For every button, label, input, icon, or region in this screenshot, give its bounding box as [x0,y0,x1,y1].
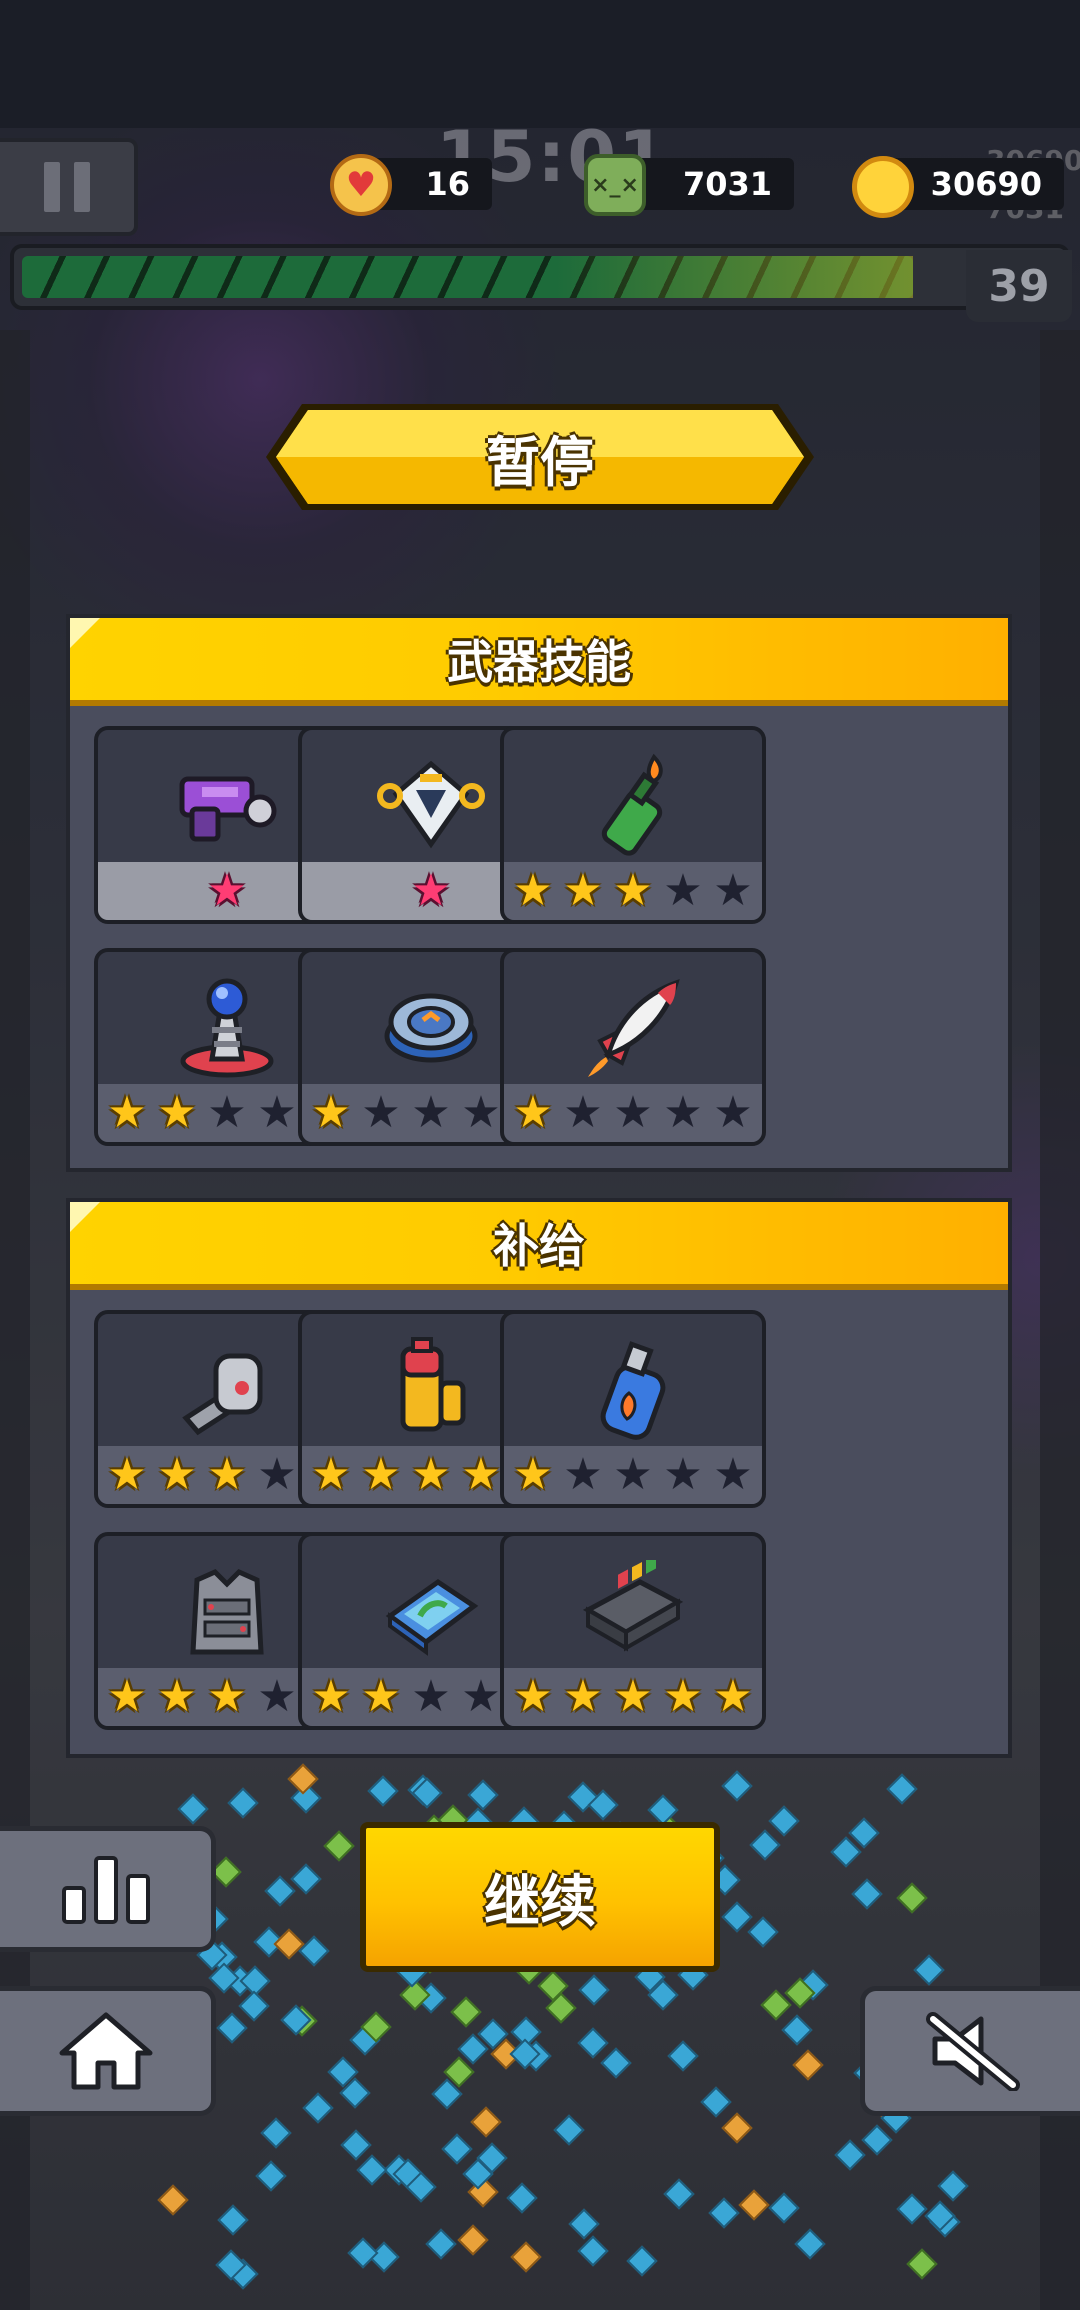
filled-star-icon: ★ [107,1671,147,1722]
filled-star-icon: ★ [157,1671,197,1722]
filled-star-icon: ★ [713,1671,753,1722]
coin-icon [852,156,914,218]
pause-icon-bar [74,162,90,212]
empty-star-icon: ★ [663,865,703,916]
empty-star-icon: ★ [563,1449,603,1500]
weapon-skills-title: 武器技能 [447,635,631,689]
empty-star-icon: ★ [613,1449,653,1500]
filled-star-icon: ★ [361,1449,401,1500]
weapon-skills-header: 武器技能 [70,618,1008,706]
mute-button[interactable] [860,1986,1080,2116]
filled-star-icon: ★ [513,1671,553,1722]
empty-star-icon: ★ [207,1087,247,1138]
level-badge: 39 [966,250,1072,322]
empty-star-icon: ★ [663,1449,703,1500]
filled-star-icon: ★ [461,1449,501,1500]
pause-button[interactable] [0,138,138,236]
molotov-bottle-icon [504,744,762,864]
coins-value: 30690 [930,165,1042,203]
energy-module-icon [504,1550,762,1670]
weapon-card[interactable]: ★★★★★ [500,726,766,924]
filled-star-icon: ★ [107,1087,147,1138]
filled-star-icon: ★ [207,1449,247,1500]
supply-card[interactable]: ★★★★★ [500,1310,766,1508]
home-button[interactable] [0,1986,216,2116]
speaker-muted-icon [925,2012,1020,2091]
xp-progress-bar [10,244,1070,310]
supplies-panel: 补给 ★★★★★★★★★★★★★★★★★★★★★★★★★★★★★★ [66,1198,1012,1758]
rocket-icon [504,966,762,1086]
weapon-card[interactable]: ★★★★★ [500,948,766,1146]
empty-star-icon: ★ [411,1087,451,1138]
lives-value: 16 [425,165,470,203]
filled-star-icon: ★ [513,1449,553,1500]
supplies-header: 补给 [70,1202,1008,1290]
kills-value: 7031 [682,165,772,203]
pink-star-icon: ★ [411,865,451,916]
status-strip [0,0,1080,128]
xp-progress-fill [22,256,913,298]
empty-star-icon: ★ [411,1671,451,1722]
filled-star-icon: ★ [157,1087,197,1138]
filled-star-icon: ★ [613,1671,653,1722]
bar-chart-icon [61,1856,150,1924]
home-icon [59,2012,152,2090]
stats-button[interactable] [0,1826,216,1952]
filled-star-icon: ★ [613,865,653,916]
empty-star-icon: ★ [713,865,753,916]
filled-star-icon: ★ [563,865,603,916]
empty-star-icon: ★ [461,1671,501,1722]
empty-star-icon: ★ [257,1671,297,1722]
supplies-title: 补给 [493,1219,585,1273]
empty-star-icon: ★ [361,1087,401,1138]
supply-card[interactable]: ★★★★★ [500,1532,766,1730]
star-rating: ★★★★★ [504,1446,762,1504]
empty-star-icon: ★ [257,1449,297,1500]
empty-star-icon: ★ [713,1087,753,1138]
pause-title-banner: 暂停 [262,398,818,516]
empty-star-icon: ★ [461,1087,501,1138]
weapon-skills-panel: 武器技能 ★★★★★★★★★★★★★★★★★★★★★★ [66,614,1012,1172]
filled-star-icon: ★ [107,1449,147,1500]
continue-button[interactable]: 继续 [360,1822,720,1972]
pause-title: 暂停 [486,430,594,494]
empty-star-icon: ★ [563,1087,603,1138]
filled-star-icon: ★ [411,1449,451,1500]
empty-star-icon: ★ [713,1449,753,1500]
heart-icon: ♥ [330,154,392,216]
pink-star-icon: ★ [207,865,247,916]
pause-icon [44,162,60,212]
empty-star-icon: ★ [613,1087,653,1138]
filled-star-icon: ★ [563,1671,603,1722]
filled-star-icon: ★ [663,1671,703,1722]
filled-star-icon: ★ [513,865,553,916]
filled-star-icon: ★ [513,1087,553,1138]
potion-bottle-icon [504,1328,762,1448]
filled-star-icon: ★ [361,1671,401,1722]
filled-star-icon: ★ [157,1449,197,1500]
filled-star-icon: ★ [311,1087,351,1138]
star-rating: ★★★★★ [504,1084,762,1142]
empty-star-icon: ★ [663,1087,703,1138]
filled-star-icon: ★ [311,1671,351,1722]
filled-star-icon: ★ [311,1449,351,1500]
empty-star-icon: ★ [257,1087,297,1138]
filled-star-icon: ★ [207,1671,247,1722]
star-rating: ★★★★★ [504,862,762,920]
zombie-skull-icon: ×_× [584,154,646,216]
star-rating: ★★★★★ [504,1668,762,1726]
